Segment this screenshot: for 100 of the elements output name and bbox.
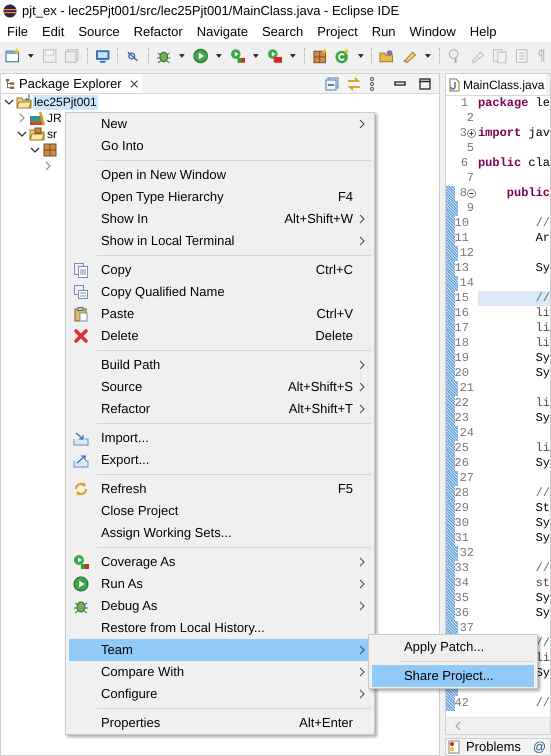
copy-icon: [73, 262, 89, 278]
line-number: 25: [454, 441, 469, 455]
menu-item[interactable]: Copy Ctrl+C: [69, 259, 371, 281]
menu-item[interactable]: Run As: [69, 573, 371, 595]
tree-item[interactable]: JR: [46, 110, 63, 126]
caret-icon[interactable]: [252, 52, 260, 60]
menu-item[interactable]: Import...: [69, 427, 371, 449]
caret-icon[interactable]: [215, 52, 223, 60]
menu-item[interactable]: Properties Alt+Enter: [69, 712, 371, 734]
new-window-icon[interactable]: [5, 48, 20, 64]
menu-item[interactable]: Navigate: [190, 22, 256, 42]
menu-item[interactable]: Edit: [34, 22, 72, 42]
expanded-chevron-icon[interactable]: [4, 97, 14, 107]
menu-item[interactable]: Share Project...: [372, 665, 534, 687]
maximize-icon[interactable]: [419, 78, 431, 90]
code-line: //: [534, 561, 550, 575]
caret-icon[interactable]: [356, 52, 364, 60]
menu-item[interactable]: Export...: [69, 449, 371, 471]
menu-item[interactable]: Apply Patch...: [372, 636, 534, 658]
menu-item[interactable]: Debug As: [69, 595, 371, 617]
collapsed-chevron-icon[interactable]: [43, 161, 53, 171]
line-number: 24: [460, 426, 474, 440]
menu-item[interactable]: Copy Qualified Name: [69, 281, 371, 303]
menu-item[interactable]: Paste Ctrl+V: [69, 303, 371, 325]
menu-item[interactable]: Source: [71, 22, 127, 42]
coverage-icon[interactable]: [230, 48, 246, 64]
code-line: li: [534, 336, 550, 350]
line-number: 5: [466, 141, 474, 155]
menu-item[interactable]: Delete Delete: [69, 325, 371, 347]
line-number: 36: [454, 606, 469, 620]
menu-item[interactable]: Source Alt+Shift+S: [69, 376, 371, 398]
line-number: 17: [454, 321, 469, 335]
shortcut-label: Delete: [315, 327, 353, 346]
line-number: 12: [460, 246, 474, 260]
monitor-icon[interactable]: [94, 48, 110, 64]
menu-item[interactable]: Search: [255, 22, 310, 42]
editor-tab[interactable]: MainClass.java: [446, 74, 546, 95]
menu-item[interactable]: Close Project: [69, 500, 371, 522]
menu-item[interactable]: Run: [364, 22, 403, 42]
code-line: Sy: [534, 591, 550, 605]
menu-item[interactable]: Restore from Local History...: [69, 617, 371, 639]
fold-expand-icon[interactable]: [466, 129, 476, 138]
menu-item[interactable]: Show in Local Terminal: [69, 230, 371, 252]
menu-item[interactable]: Project: [310, 22, 365, 42]
source-folder-icon: [29, 126, 45, 142]
menu-item[interactable]: Open Type Hierarchy F4: [69, 186, 371, 208]
menu-item[interactable]: New: [69, 113, 371, 135]
app-icon: [3, 4, 17, 18]
line-number: 29: [454, 501, 469, 515]
project-folder-icon: [16, 94, 32, 110]
panel-tab[interactable]: Problems: [466, 737, 521, 756]
menu-item[interactable]: Build Path: [69, 354, 371, 376]
fold-collapse-icon[interactable]: [466, 189, 476, 198]
package-explorer-tab[interactable]: Package Explorer: [1, 74, 142, 93]
panel-tab[interactable]: @: [532, 737, 546, 756]
expanded-chevron-icon[interactable]: [30, 145, 40, 155]
menu-item[interactable]: Refactor: [126, 22, 190, 42]
tree-item[interactable]: sr: [46, 126, 58, 142]
class-icon[interactable]: [334, 48, 350, 64]
package-icon: [42, 142, 58, 158]
menu-item[interactable]: Refactor Alt+Shift+T: [69, 398, 371, 420]
collapse-all-icon[interactable]: [325, 76, 339, 90]
more-icon[interactable]: [369, 76, 375, 90]
menu-item[interactable]: Refresh F5: [69, 478, 371, 500]
run-icon[interactable]: [192, 48, 208, 64]
collapsed-chevron-icon[interactable]: [17, 113, 27, 123]
caret-icon[interactable]: [289, 52, 297, 60]
code-line: public: [506, 186, 550, 200]
menu-item[interactable]: Configure: [69, 683, 371, 705]
menu-item[interactable]: Window: [402, 22, 463, 42]
package-icon[interactable]: [312, 48, 328, 64]
line-number: 23: [454, 411, 469, 425]
menu-item[interactable]: File: [0, 22, 35, 42]
close-icon[interactable]: [130, 78, 138, 88]
line-number: 32: [460, 546, 474, 560]
menu-item[interactable]: Coverage As: [69, 551, 371, 573]
menu-item[interactable]: Team: [69, 639, 371, 661]
code-line: st: [534, 576, 550, 590]
line-number: 20: [454, 366, 469, 380]
tree-item[interactable]: lec25Pjt001: [33, 94, 98, 110]
caret-icon[interactable]: [27, 52, 36, 60]
menu-item[interactable]: Open in New Window: [69, 164, 371, 186]
window-title: pjt_ex - lec25Pjt001/src/lec25Pjt001/MainClass.java - Eclipse IDE: [22, 2, 400, 20]
horizontal-scrollbar[interactable]: [446, 717, 550, 734]
menu-item[interactable]: Help: [462, 22, 504, 42]
hierarchy-icon: [5, 76, 16, 90]
expanded-chevron-icon[interactable]: [17, 129, 27, 139]
code-line: li: [534, 651, 550, 665]
caret-icon[interactable]: [178, 52, 186, 60]
caret-icon[interactable]: [424, 52, 432, 60]
line-number: 33: [454, 561, 469, 575]
open-folder-icon[interactable]: [379, 48, 395, 64]
code-line: Sy: [534, 606, 550, 620]
menu-item[interactable]: Show In Alt+Shift+W: [69, 208, 371, 230]
external-tools-icon[interactable]: [266, 48, 282, 64]
menu-item[interactable]: Compare With: [69, 661, 371, 683]
menu-item[interactable]: Go Into: [69, 135, 371, 157]
menu-item[interactable]: Assign Working Sets...: [69, 522, 371, 544]
code-line: Sy: [534, 456, 550, 470]
code-line: li: [534, 396, 550, 410]
